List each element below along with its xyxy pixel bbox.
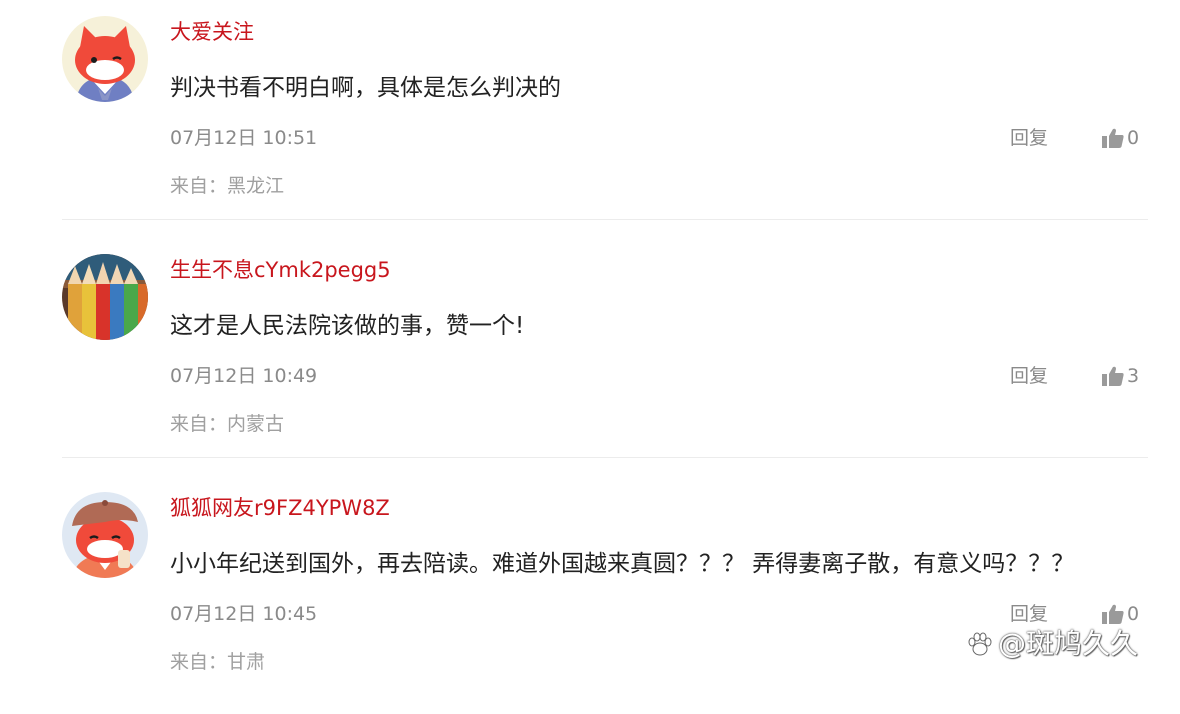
like-button[interactable]: 0 — [1101, 603, 1139, 625]
comment-time: 07月12日 10:51 — [170, 127, 318, 149]
comment-item: 大爱关注 判决书看不明白啊，具体是怎么判决的 07月12日 10:51 回复 0… — [0, 0, 1180, 238]
comment-text: 小小年纪送到国外，再去陪读。难道外国越来真圆？？？ 弄得妻离子散，有意义吗？？？ — [170, 551, 1075, 577]
reply-button[interactable]: 回复 — [1010, 367, 1048, 386]
avatar[interactable] — [62, 254, 148, 340]
comment-location: 来自：黑龙江 — [170, 175, 285, 197]
like-count: 0 — [1127, 126, 1140, 149]
thumbs-up-icon — [1102, 128, 1124, 148]
fox-mascot-beret-icon — [62, 492, 148, 578]
comment-location: 来自：甘肃 — [170, 651, 266, 673]
watermark-text: @斑鸠久久 — [998, 627, 1139, 660]
colored-pencils-photo — [62, 254, 148, 340]
comment-text: 这才是人民法院该做的事，赞一个! — [170, 313, 525, 339]
comment-time: 07月12日 10:45 — [170, 603, 318, 625]
comment-text: 判决书看不明白啊，具体是怎么判决的 — [170, 75, 561, 101]
fox-mascot-sailor-icon — [62, 16, 148, 102]
divider — [62, 457, 1148, 458]
watermark: @斑鸠久久 — [966, 630, 1138, 658]
comment-item: 狐狐网友r9FZ4YPW8Z 小小年纪送到国外，再去陪读。难道外国越来真圆？？？… — [0, 476, 1180, 714]
like-button[interactable]: 0 — [1101, 127, 1139, 149]
like-count: 3 — [1127, 364, 1140, 387]
thumbs-up-icon — [1102, 604, 1124, 624]
avatar[interactable] — [62, 16, 148, 102]
comment-item: 生生不息cYmk2pegg5 这才是人民法院该做的事，赞一个! 07月12日 1… — [0, 238, 1180, 476]
reply-button[interactable]: 回复 — [1010, 605, 1048, 624]
thumbs-up-icon — [1102, 366, 1124, 386]
username[interactable]: 生生不息cYmk2pegg5 — [170, 260, 391, 281]
like-count: 0 — [1127, 602, 1140, 625]
comment-location: 来自：内蒙古 — [170, 413, 285, 435]
paw-icon — [968, 632, 992, 656]
username[interactable]: 大爱关注 — [170, 22, 254, 43]
username[interactable]: 狐狐网友r9FZ4YPW8Z — [170, 498, 390, 519]
reply-button[interactable]: 回复 — [1010, 129, 1048, 148]
divider — [62, 219, 1148, 220]
like-button[interactable]: 3 — [1101, 365, 1139, 387]
avatar[interactable] — [62, 492, 148, 578]
comment-time: 07月12日 10:49 — [170, 365, 318, 387]
